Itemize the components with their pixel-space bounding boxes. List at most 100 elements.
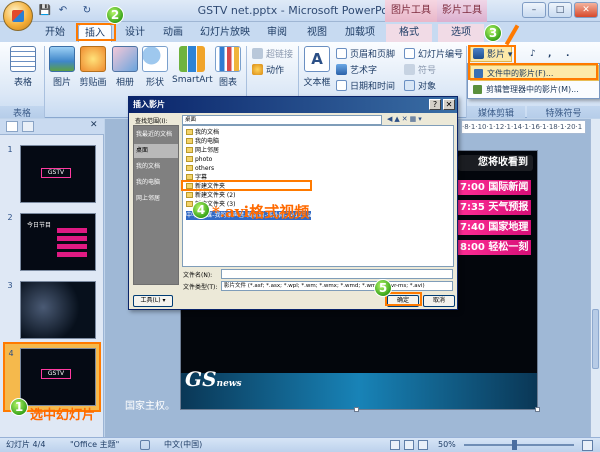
slideshow-view-icon[interactable]	[418, 440, 428, 450]
schedule-item: 7:40 国家地理	[456, 220, 531, 235]
gs-news-logo: GSnews	[185, 367, 242, 391]
symbol-button[interactable]: 符号	[404, 64, 436, 77]
slide-number-3: 3	[7, 281, 13, 290]
tab-slideshow[interactable]: 幻灯片放映	[196, 24, 254, 42]
file-item[interactable]: 网上邻居	[186, 146, 336, 155]
slides-pane-tabs: ✕	[0, 119, 104, 135]
sound-button[interactable]: ♪	[530, 48, 536, 61]
place-desktop[interactable]: 桌面	[134, 144, 178, 158]
filetype-label: 文件类型(T):	[183, 284, 218, 291]
object-icon	[404, 80, 415, 91]
dialog-help-button[interactable]: ?	[429, 99, 441, 110]
lookin-label: 查找范围(I):	[135, 118, 168, 125]
tab-animation[interactable]: 动画	[156, 24, 190, 42]
slide-thumbnail-3[interactable]	[20, 281, 96, 339]
slide-thumbnail-2[interactable]: 今日节目	[20, 213, 96, 271]
slides-tab-icon[interactable]	[6, 121, 18, 132]
clip-organizer-icon	[473, 85, 482, 94]
place-network[interactable]: 网上邻居	[134, 192, 178, 206]
header-footer-button[interactable]: 页眉和页脚	[336, 48, 395, 61]
step-5-badge: 5	[374, 279, 392, 297]
tab-addins[interactable]: 加载项	[340, 24, 380, 42]
picture-button[interactable]: 图片	[48, 46, 76, 88]
file-item[interactable]: 我的电脑	[186, 137, 336, 146]
textbox-icon: A	[304, 46, 330, 72]
textbox-button[interactable]: A 文本框	[302, 46, 332, 88]
place-mydocs[interactable]: 我的文档	[134, 160, 178, 174]
tools-button[interactable]: 工具(L) ▾	[133, 295, 173, 307]
zoom-slider-thumb[interactable]	[512, 440, 517, 450]
datetime-button[interactable]: 日期和时间	[336, 80, 395, 93]
scrollbar-thumb[interactable]	[592, 309, 599, 369]
spellcheck-icon[interactable]	[140, 440, 150, 450]
close-pane-icon[interactable]: ✕	[90, 120, 98, 130]
slide-number-button[interactable]: 幻灯片编号	[404, 48, 463, 61]
selection-handle[interactable]	[354, 407, 359, 412]
file-list: 我的文档 我的电脑 网上邻居 photo others 字幕 新建文件夹 新建文…	[182, 125, 454, 267]
action-icon	[252, 64, 263, 75]
slide-number-1: 1	[7, 145, 13, 154]
minimize-button[interactable]: –	[522, 2, 546, 18]
symbol-comma[interactable]: ,	[548, 48, 551, 61]
normal-view-icon[interactable]	[390, 440, 400, 450]
clipart-button[interactable]: 剪贴画	[78, 46, 108, 88]
tab-view[interactable]: 视图	[300, 24, 334, 42]
album-icon	[112, 46, 138, 72]
place-recent[interactable]: 我最近的文档	[134, 128, 178, 142]
filename-input[interactable]	[221, 269, 453, 279]
file-item[interactable]: 我的文档	[186, 128, 336, 137]
dialog-close-button[interactable]: ✕	[443, 99, 455, 110]
zoom-level[interactable]: 50%	[438, 438, 456, 452]
avi-format-hint: *.avi格式视频	[212, 203, 310, 221]
close-button[interactable]: ✕	[574, 2, 598, 18]
tab-format[interactable]: 格式	[386, 24, 432, 42]
filetype-select[interactable]: 影片文件 (*.asf; *.asx; *.wpl; *.wm; *.wmx; …	[221, 281, 453, 291]
step-1-badge: 1	[10, 398, 28, 416]
place-mycomputer[interactable]: 我的电脑	[134, 176, 178, 190]
menu-item-movie-from-clip-organizer[interactable]: 剪辑管理器中的影片(M)...	[470, 82, 599, 98]
wordart-button[interactable]: 艺术字	[336, 64, 377, 77]
tab-review[interactable]: 审阅	[260, 24, 294, 42]
highlight-movie-button	[468, 45, 516, 65]
theme-name: "Office 主题"	[70, 440, 120, 449]
table-button[interactable]: 表格	[8, 46, 38, 88]
chart-icon	[215, 46, 241, 72]
header-footer-icon	[336, 48, 347, 59]
dialog-toolbar-icons[interactable]: ◀▲✕▦▾	[387, 115, 453, 125]
action-button[interactable]: 动作	[252, 64, 284, 77]
chart-button[interactable]: 图表	[214, 46, 242, 88]
maximize-button[interactable]: □	[548, 2, 572, 18]
tab-options[interactable]: 选项	[438, 24, 484, 42]
filename-label: 文件名(N):	[183, 272, 213, 279]
hyperlink-button[interactable]: 超链接	[252, 48, 293, 61]
file-item[interactable]: 新建文件夹 (2)	[186, 191, 336, 200]
calendar-icon	[336, 80, 347, 91]
slide-thumbnail-1[interactable]: GSTV	[20, 145, 96, 203]
step-3-badge: 3	[484, 24, 502, 42]
office-button[interactable]	[3, 1, 33, 31]
slide-sorter-icon[interactable]	[404, 440, 414, 450]
fit-window-icon[interactable]	[582, 440, 593, 451]
tab-design[interactable]: 设计	[118, 24, 152, 42]
shapes-button[interactable]: 形状	[140, 46, 170, 88]
smartart-button[interactable]: SmartArt	[172, 46, 213, 85]
outline-tab-icon[interactable]	[22, 121, 34, 132]
selection-handle[interactable]	[535, 407, 540, 412]
group-special-label: 特殊符号	[527, 106, 600, 119]
tab-home[interactable]: 开始	[38, 24, 72, 42]
vertical-scrollbar[interactable]	[590, 119, 600, 437]
lookin-select[interactable]: 桌面	[182, 115, 382, 125]
cancel-button[interactable]: 取消	[423, 295, 455, 307]
wordart-icon	[336, 64, 347, 75]
smartart-icon	[179, 46, 205, 72]
file-item[interactable]: others	[186, 164, 336, 173]
object-button[interactable]: 对象	[404, 80, 436, 93]
zoom-slider[interactable]	[464, 444, 574, 446]
schedule-header: 您将收看到	[458, 155, 533, 171]
slide-number-2: 2	[7, 213, 13, 222]
places-bar: 我最近的文档 桌面 我的文档 我的电脑 网上邻居	[133, 125, 179, 285]
album-button[interactable]: 相册	[110, 46, 140, 88]
symbol-period[interactable]: .	[566, 48, 569, 61]
select-slide-hint: 选中幻灯片	[30, 408, 96, 423]
file-item[interactable]: photo	[186, 155, 336, 164]
